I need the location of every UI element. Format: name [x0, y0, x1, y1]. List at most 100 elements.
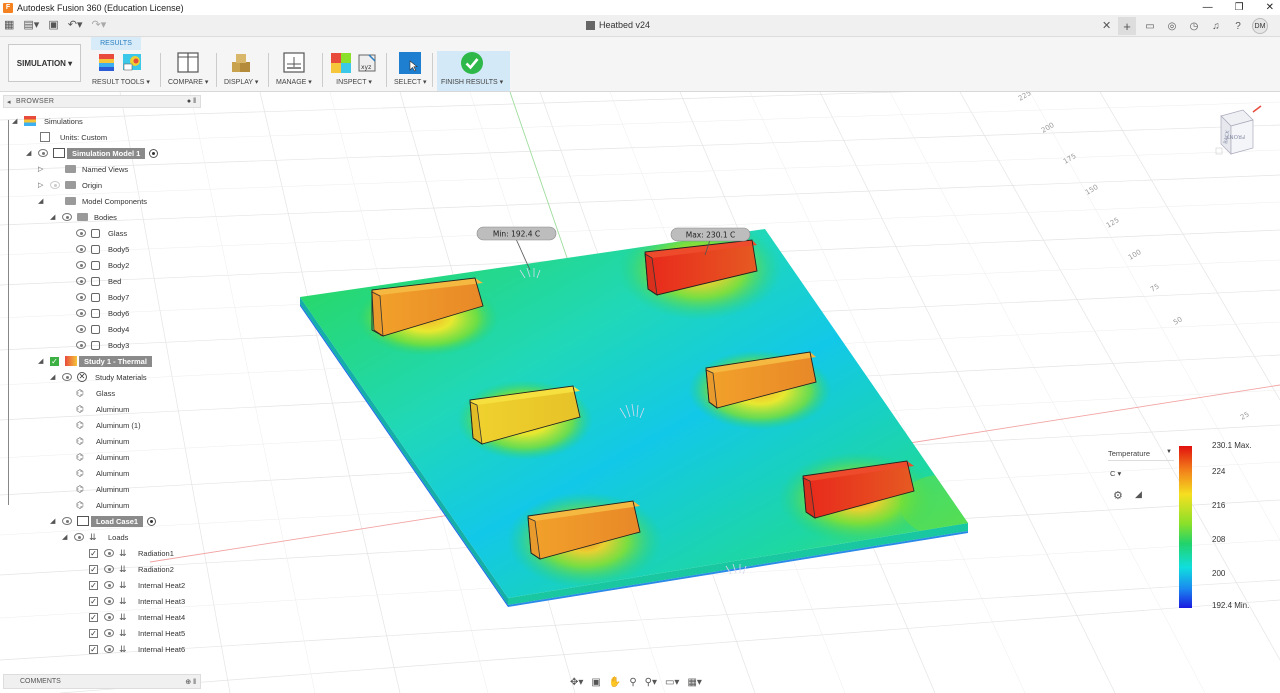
tree-item-material[interactable]: ⌬ Aluminum [76, 450, 129, 464]
visibility-eye-icon[interactable] [76, 341, 86, 349]
collapse-toggle-icon[interactable]: ◢ [26, 149, 34, 157]
data-panel-grid-icon[interactable]: ▦ [4, 18, 14, 31]
visibility-eye-icon[interactable] [76, 293, 86, 301]
notifications-icon[interactable]: ♫ [1208, 18, 1224, 34]
tree-item-study[interactable]: ◢ ✓ Study 1 - Thermal [38, 354, 152, 368]
tree-item-material[interactable]: ⌬ Aluminum [76, 402, 129, 416]
compare-group[interactable]: COMPARE ▾ [168, 51, 208, 91]
result-tools-group[interactable]: RESULT TOOLS ▾ [92, 51, 150, 91]
tree-item-load[interactable]: ✓ ⇊ Internal Heat6 [89, 642, 185, 656]
minimize-button[interactable]: — [1203, 2, 1213, 13]
visibility-eye-icon[interactable] [76, 325, 86, 333]
tree-item-body6[interactable]: Body6 [76, 306, 129, 320]
visibility-eye-icon[interactable] [76, 229, 86, 237]
workspace-switcher[interactable]: SIMULATION ▾ [8, 44, 81, 82]
tree-item-bodies[interactable]: ◢ Bodies [50, 210, 117, 224]
collapse-browser-icon[interactable]: ◂ [7, 98, 11, 106]
look-at-icon[interactable]: ▣ [591, 677, 600, 688]
help-icon[interactable]: ? [1230, 18, 1246, 34]
comments-add-icon[interactable]: ⊕ ǁ [185, 678, 196, 686]
tree-item-load[interactable]: ✓ ⇊ Internal Heat5 [89, 626, 185, 640]
tree-item-loads[interactable]: ◢ ⇊ Loads [62, 530, 128, 544]
tree-item-material[interactable]: ⌬ Aluminum [76, 466, 129, 480]
tree-item-origin[interactable]: ▷ Origin [38, 178, 102, 192]
new-tab-plus-icon[interactable]: + [1118, 17, 1136, 35]
visibility-eye-icon[interactable] [104, 549, 114, 557]
tree-item-load[interactable]: ✓ ⇊ Internal Heat2 [89, 578, 185, 592]
manage-group[interactable]: MANAGE ▾ [276, 51, 312, 91]
user-avatar[interactable]: DM [1252, 18, 1268, 34]
collapse-toggle-icon[interactable]: ◢ [50, 517, 58, 525]
viewport-canvas[interactable]: 225 200 175 150 125 100 75 50 25 Min: 19… [0, 92, 1280, 693]
tree-item-bed[interactable]: Bed [76, 274, 121, 288]
grid-settings-icon[interactable]: ▦▾ [687, 677, 701, 688]
close-window-button[interactable]: ✕ [1266, 2, 1274, 13]
tree-item-body2[interactable]: Body2 [76, 258, 129, 272]
collapse-toggle-icon[interactable]: ◢ [62, 533, 70, 541]
collapse-toggle-icon[interactable]: ◢ [12, 117, 20, 125]
activate-radio-icon[interactable] [147, 516, 157, 526]
fit-zoom-icon[interactable]: ⚲▾ [645, 677, 657, 688]
load-checkbox[interactable]: ✓ [89, 644, 98, 654]
load-checkbox[interactable]: ✓ [89, 564, 98, 574]
visibility-eye-icon[interactable] [76, 309, 86, 317]
tree-item-body4[interactable]: Body4 [76, 322, 129, 336]
visibility-eye-icon[interactable] [76, 277, 86, 285]
visibility-eye-icon[interactable] [62, 517, 72, 525]
comments-panel[interactable]: COMMENTS ⊕ ǁ [3, 674, 201, 689]
load-checkbox[interactable]: ✓ [89, 548, 98, 558]
zoom-icon[interactable]: ⚲ [629, 677, 636, 688]
tree-item-body3[interactable]: Body3 [76, 338, 129, 352]
collapse-toggle-icon[interactable]: ◢ [38, 197, 46, 205]
maximize-button[interactable]: ❐ [1235, 2, 1244, 13]
visibility-eye-icon[interactable] [104, 565, 114, 573]
job-status-icon[interactable]: ◷ [1186, 18, 1202, 34]
tree-item-simulations[interactable]: ◢ Simulations [12, 114, 83, 128]
tree-item-units[interactable]: Units: Custom [40, 130, 107, 144]
load-checkbox[interactable]: ✓ [89, 580, 98, 590]
expand-toggle-icon[interactable]: ▷ [38, 181, 46, 189]
visibility-eye-icon[interactable] [74, 533, 84, 541]
tree-item-body-glass[interactable]: Glass [76, 226, 127, 240]
tree-item-material[interactable]: ⌬ Aluminum [76, 434, 129, 448]
visibility-eye-icon[interactable] [104, 597, 114, 605]
result-type-dropdown[interactable]: Temperature ▼ [1108, 449, 1174, 461]
document-tab-close-icon[interactable]: ✕ [1102, 19, 1111, 32]
display-group[interactable]: DISPLAY ▾ [224, 51, 258, 91]
tree-item-material[interactable]: ⌬ Aluminum [76, 498, 129, 512]
display-settings-icon[interactable]: ▭▾ [665, 677, 679, 688]
tab-results[interactable]: RESULTS [91, 37, 141, 50]
tree-item-load[interactable]: ✓ ⇊ Internal Heat3 [89, 594, 185, 608]
tree-item-load[interactable]: ✓ ⇊ Radiation1 [89, 546, 174, 560]
tree-item-material[interactable]: ⌬ Aluminum (1) [76, 418, 141, 432]
visibility-eye-icon[interactable] [104, 645, 114, 653]
tree-item-study-materials[interactable]: ◢ ✕ Study Materials [50, 370, 147, 384]
view-cube[interactable]: FRONT BACK [1213, 104, 1265, 160]
tree-item-material[interactable]: ⌬ Glass [76, 386, 115, 400]
pan-hand-icon[interactable]: ✋ [609, 677, 621, 688]
legend-settings-gear-icon[interactable]: ⚙ [1113, 489, 1123, 502]
load-checkbox[interactable]: ✓ [89, 596, 98, 606]
tree-item-body5[interactable]: Body5 [76, 242, 129, 256]
activate-radio-icon[interactable] [149, 148, 159, 158]
tree-item-simulation-model[interactable]: ◢ Simulation Model 1 [26, 146, 159, 160]
visibility-eye-icon[interactable] [50, 181, 60, 189]
tree-item-load-case[interactable]: ◢ Load Case1 [50, 514, 157, 528]
visibility-eye-icon[interactable] [104, 581, 114, 589]
extensions-icon[interactable]: ◎ [1164, 18, 1180, 34]
load-checkbox[interactable]: ✓ [89, 612, 98, 622]
visibility-eye-icon[interactable] [104, 613, 114, 621]
visibility-eye-icon[interactable] [62, 373, 72, 381]
collapse-toggle-icon[interactable]: ◢ [50, 373, 58, 381]
collapse-toggle-icon[interactable]: ◢ [50, 213, 58, 221]
tree-item-load[interactable]: ✓ ⇊ Radiation2 [89, 562, 174, 576]
document-tab[interactable]: Heatbed v24 [586, 20, 650, 30]
chat-icon[interactable]: ▭ [1142, 18, 1158, 34]
visibility-eye-icon[interactable] [62, 213, 72, 221]
redo-icon[interactable]: ↷▾ [91, 18, 106, 31]
inspect-group[interactable]: xyz INSPECT ▾ [330, 51, 378, 91]
visibility-eye-icon[interactable] [38, 149, 48, 157]
visibility-eye-icon[interactable] [76, 245, 86, 253]
visibility-eye-icon[interactable] [104, 629, 114, 637]
select-group[interactable]: SELECT ▾ [394, 51, 427, 91]
